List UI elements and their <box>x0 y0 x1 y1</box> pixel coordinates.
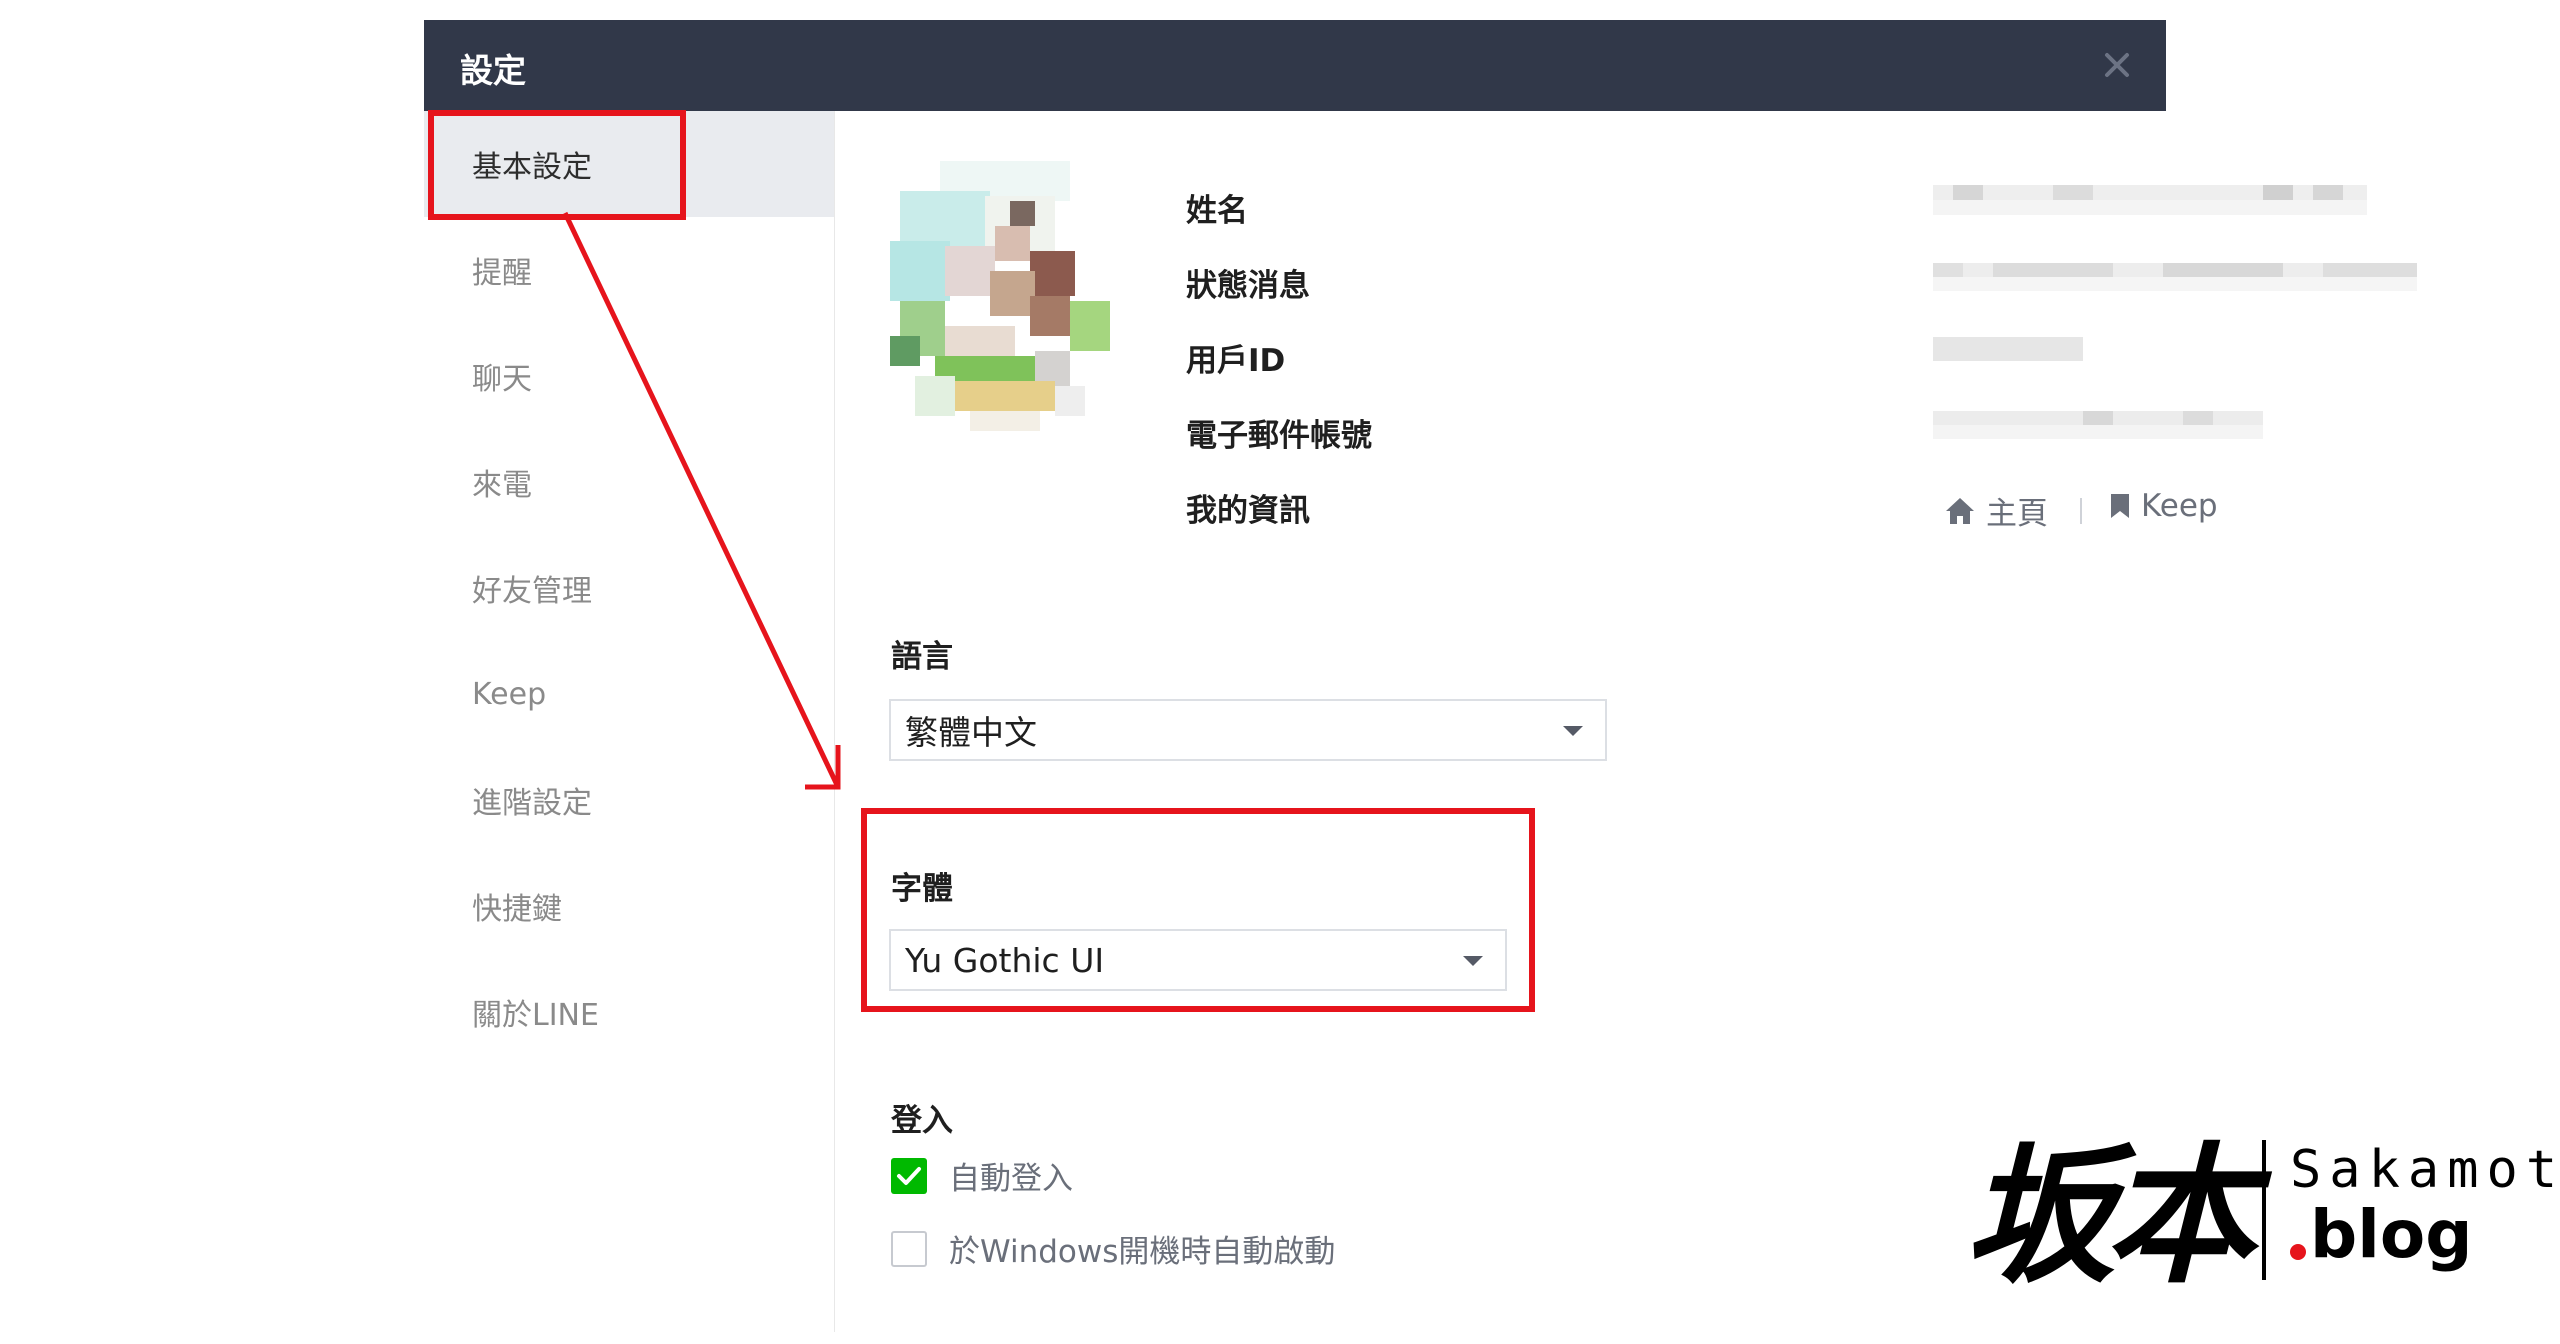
home-link-label: 主頁 <box>1986 496 2048 532</box>
check-icon <box>897 1166 921 1185</box>
auto-login-checkbox[interactable]: 自動登入 <box>891 1153 1073 1198</box>
sidebar-item-about[interactable]: 關於LINE <box>424 959 834 1065</box>
screen: 設定 基本設定 提醒 聊天 來電 好友管理 Keep 進階設定 快捷鍵 關於LI… <box>0 0 2560 1344</box>
email-label: 電子郵件帳號 <box>1186 418 1372 454</box>
settings-sidebar: 基本設定 提醒 聊天 來電 好友管理 Keep 進階設定 快捷鍵 關於LINE <box>424 111 835 1332</box>
auto-login-label: 自動登入 <box>949 1161 1073 1197</box>
link-divider <box>2080 498 2082 524</box>
windows-startup-checkbox[interactable]: 於Windows開機時自動啟動 <box>891 1226 1335 1271</box>
title-bar: 設定 <box>424 20 2166 111</box>
sidebar-item-label: 關於LINE <box>472 998 599 1033</box>
windows-startup-label: 於Windows開機時自動啟動 <box>949 1234 1336 1270</box>
login-label: 登入 <box>891 1103 953 1139</box>
myinfo-label: 我的資訊 <box>1186 493 1310 529</box>
status-value-blurred <box>1933 251 2417 301</box>
name-value-blurred <box>1933 175 2367 225</box>
pixelated-text <box>1933 337 2083 361</box>
sidebar-item-calls[interactable]: 來電 <box>424 429 834 535</box>
dialog-title: 設定 <box>460 51 526 90</box>
sidebar-item-label: 進階設定 <box>472 786 592 821</box>
sidebar-item-label: 好友管理 <box>472 574 592 609</box>
language-label: 語言 <box>891 639 953 675</box>
pixelated-text <box>1933 411 2263 439</box>
language-select[interactable]: 繁體中文 <box>889 699 1607 761</box>
bookmark-icon <box>2111 494 2129 518</box>
status-label: 狀態消息 <box>1186 268 1310 304</box>
sidebar-item-label: 來電 <box>472 468 532 503</box>
home-icon <box>1946 497 1974 524</box>
userid-label: 用戶ID <box>1186 343 1286 379</box>
watermark-divider <box>2262 1140 2266 1280</box>
keep-link[interactable]: Keep <box>2109 488 2218 524</box>
sidebar-item-keep[interactable]: Keep <box>424 641 834 747</box>
keep-link-label: Keep <box>2141 488 2218 524</box>
sidebar-item-notifications[interactable]: 提醒 <box>424 217 834 323</box>
watermark-blog-text: blog <box>2310 1196 2473 1273</box>
pixelated-text <box>1933 263 2417 291</box>
sidebar-item-advanced[interactable]: 進階設定 <box>424 747 834 853</box>
sidebar-item-label: 聊天 <box>472 362 532 397</box>
chevron-down-icon <box>1563 726 1583 736</box>
userid-value-blurred <box>1933 327 2083 367</box>
avatar[interactable] <box>885 151 1140 441</box>
home-link[interactable]: 主頁 <box>1944 488 2048 533</box>
sidebar-item-friends[interactable]: 好友管理 <box>424 535 834 641</box>
sidebar-item-label: Keep <box>472 676 547 712</box>
checkbox-checked[interactable] <box>891 1157 927 1194</box>
highlight-box-basic-settings <box>428 110 686 220</box>
email-value-blurred <box>1933 401 2263 447</box>
sidebar-item-label: 提醒 <box>472 256 532 291</box>
watermark-dot <box>2290 1243 2306 1260</box>
watermark-logo: 坂本 <box>1965 1128 2255 1304</box>
pixelated-text <box>1933 185 2367 215</box>
close-icon <box>2105 53 2129 77</box>
sidebar-item-shortcuts[interactable]: 快捷鍵 <box>424 853 834 959</box>
highlight-box-font <box>861 808 1535 1012</box>
sidebar-item-label: 快捷鍵 <box>472 892 562 927</box>
sidebar-item-chat[interactable]: 聊天 <box>424 323 834 429</box>
avatar-image <box>890 161 1110 431</box>
watermark-name: Sakamoto <box>2290 1140 2560 1200</box>
close-button[interactable] <box>2092 40 2142 90</box>
watermark-blog: blog <box>2290 1196 2472 1273</box>
name-label: 姓名 <box>1186 193 1248 229</box>
language-select-value: 繁體中文 <box>905 713 1037 752</box>
checkbox-unchecked[interactable] <box>891 1230 927 1267</box>
